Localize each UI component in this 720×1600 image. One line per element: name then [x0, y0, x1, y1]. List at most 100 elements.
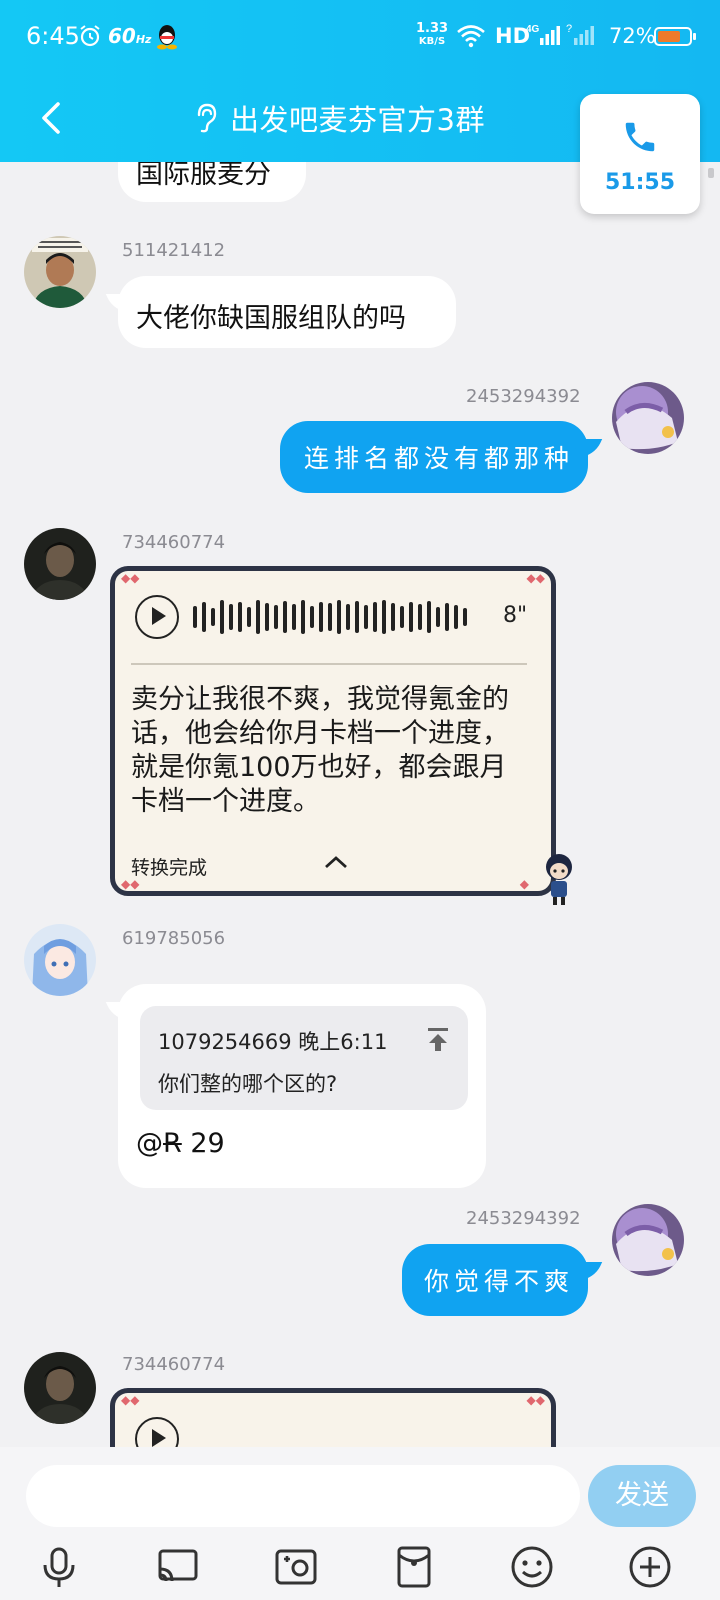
transcript-status: 转换完成 — [131, 857, 208, 879]
waveform-bar — [373, 602, 377, 632]
quoted-time: 晚上6:11 — [298, 1030, 388, 1054]
screen-share-icon[interactable] — [154, 1543, 202, 1591]
waveform-bar — [382, 600, 386, 634]
sender-id: 511421412 — [122, 240, 226, 261]
back-arrow-icon[interactable] — [34, 98, 70, 138]
mention-body: 29 — [190, 1128, 225, 1159]
red-packet-icon[interactable] — [390, 1543, 438, 1591]
waveform-bar — [445, 603, 449, 631]
mention-name[interactable]: R — [163, 1128, 182, 1159]
waveform-bar — [220, 600, 224, 634]
quoted-text: 你们整的哪个区的? — [158, 1072, 338, 1096]
waveform-bar — [400, 606, 404, 628]
phone-icon — [625, 122, 655, 152]
waveform-bar — [427, 601, 431, 633]
avatar[interactable] — [24, 236, 96, 308]
svg-text:?: ? — [566, 23, 572, 35]
waveform-bar — [274, 605, 278, 629]
emoji-icon[interactable] — [508, 1543, 556, 1591]
message-bubble-outgoing[interactable]: 你觉得不爽 — [402, 1244, 588, 1316]
waveform-bar — [319, 602, 323, 632]
waveform-bar — [202, 602, 206, 632]
avatar[interactable] — [612, 1204, 684, 1276]
composer-toolbar — [0, 1543, 720, 1597]
microphone-icon[interactable] — [35, 1543, 83, 1591]
call-floating-card[interactable]: 51:55 — [580, 94, 700, 214]
divider — [131, 663, 527, 665]
refresh-rate-value: 60 — [108, 24, 136, 48]
waveform-bar — [418, 604, 422, 630]
send-button[interactable]: 发送 — [588, 1465, 696, 1527]
avatar[interactable] — [612, 382, 684, 454]
quoted-meta: 1079254669 晚上6:11 — [158, 1026, 387, 1056]
call-timer: 51:55 — [604, 170, 676, 195]
waveform-bar — [364, 605, 368, 629]
alarm-icon — [80, 25, 100, 47]
sender-id: 734460774 — [122, 1354, 226, 1375]
avatar[interactable] — [24, 924, 96, 996]
message-text: 连排名都没有都那种 — [304, 444, 575, 473]
scrollbar-thumb[interactable] — [708, 168, 714, 178]
refresh-rate-unit: Hz — [135, 33, 152, 46]
voice-transcript: 卖分让我很不爽，我觉得氪金的话，他会给你月卡档一个进度，就是你氪100万也好，都… — [131, 684, 509, 817]
message-bubble[interactable]: 大佬你缺国服组队的吗 — [118, 276, 456, 348]
qq-icon — [157, 25, 177, 50]
signal-4g-icon: 4G ? — [526, 23, 594, 45]
message-bubble-outgoing[interactable]: 连排名都没有都那种 — [280, 421, 588, 493]
waveform-bar — [346, 604, 350, 630]
message-text: 你觉得不爽 — [424, 1267, 575, 1296]
reply-message-bubble[interactable]: 1079254669 晚上6:11 你们整的哪个区的? @R 29 — [118, 984, 486, 1188]
mention-text: @R 29 — [136, 1128, 225, 1159]
waveform-bar — [211, 608, 215, 626]
avatar[interactable] — [24, 1352, 96, 1424]
network-speed: 1.33 KB/S — [416, 22, 448, 48]
chat-title-area[interactable]: 出发吧麦芬官方3群 — [190, 96, 485, 140]
waveform-bar — [292, 604, 296, 630]
chibi-character-icon — [546, 854, 572, 905]
waveform-bar — [328, 603, 332, 631]
voice-waveform[interactable] — [193, 599, 467, 635]
card-corner-decoration: ◆ — [519, 877, 529, 891]
chat-title: 出发吧麦芬官方3群 — [230, 103, 485, 137]
composer-area: 发送 — [0, 1447, 720, 1600]
waveform-bar — [391, 603, 395, 631]
waveform-bar — [454, 605, 458, 629]
avatar[interactable] — [24, 528, 96, 600]
sender-id: 734460774 — [122, 532, 226, 553]
chevron-up-icon[interactable] — [323, 853, 349, 871]
waveform-bar — [229, 604, 233, 630]
play-button[interactable] — [135, 595, 179, 639]
battery-fill — [658, 31, 680, 42]
voice-message-card[interactable]: ◆◆ ◆◆ ◆◆ ◆ 8" 卖分让我很不爽，我觉得氪金的话，他会给你月卡档一个进… — [110, 566, 572, 905]
avatar-anime-purple — [612, 1204, 684, 1276]
message-input[interactable] — [26, 1465, 580, 1527]
network-speed-unit: KB/S — [418, 36, 446, 47]
status-bar: 6:45 60Hz 1.33 KB/S HD 4G ? 72% — [0, 0, 720, 76]
waveform-bar — [283, 601, 287, 633]
card-corner-decoration: ◆◆ — [526, 1393, 545, 1407]
quoted-message[interactable]: 1079254669 晚上6:11 你们整的哪个区的? — [140, 1006, 468, 1110]
avatar-man-green-shirt — [24, 236, 96, 308]
waveform-bar — [238, 602, 242, 632]
waveform-bar — [256, 600, 260, 634]
waveform-bar — [436, 607, 440, 627]
waveform-bar — [265, 603, 269, 631]
photo-icon[interactable] — [272, 1543, 320, 1591]
refresh-rate: 60Hz — [108, 24, 151, 48]
quoted-sender: 1079254669 — [158, 1030, 292, 1054]
network-speed-value: 1.33 — [416, 21, 449, 36]
waveform-bar — [409, 602, 413, 632]
avatar-dark-portrait — [24, 1352, 96, 1424]
ear-icon — [197, 103, 217, 133]
waveform-bar — [463, 608, 467, 626]
waveform-bar — [247, 607, 251, 627]
card-corner-decoration: ◆◆ — [121, 1393, 140, 1407]
waveform-bar — [310, 606, 314, 628]
card-corner-decoration: ◆◆ — [121, 571, 140, 585]
jump-to-top-icon[interactable] — [426, 1026, 450, 1052]
card-corner-decoration: ◆◆ — [526, 571, 545, 585]
add-icon[interactable] — [626, 1543, 674, 1591]
waveform-bar — [355, 601, 359, 633]
battery-percent: 72% — [609, 24, 656, 48]
avatar-anime-blue-hair — [24, 924, 96, 996]
